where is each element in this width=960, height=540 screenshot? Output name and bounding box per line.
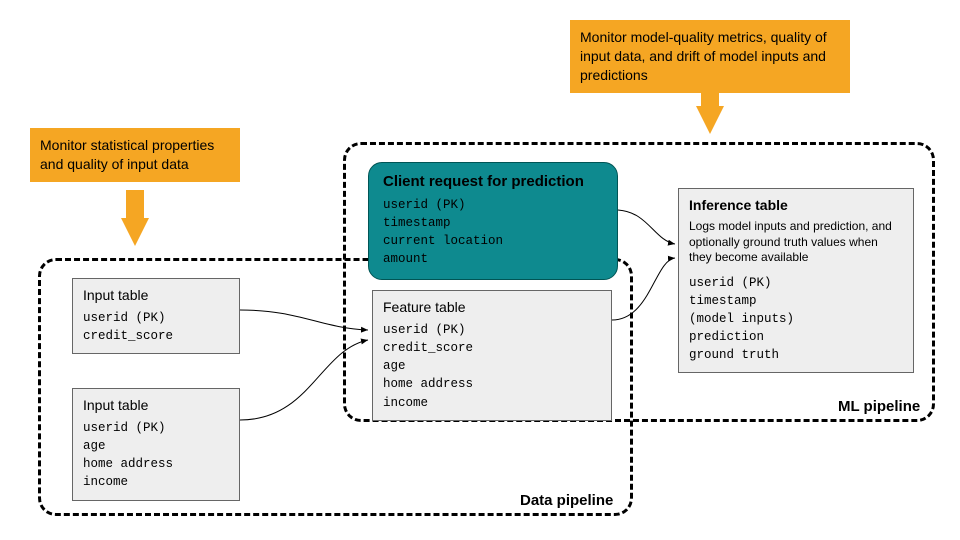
input-table-1: Input table userid (PK) credit_score (72, 278, 240, 354)
data-pipeline-label: Data pipeline (520, 492, 613, 509)
client-request-title: Client request for prediction (383, 173, 603, 190)
callout-arrow-stem-right (701, 82, 719, 108)
input-table-2: Input table userid (PK) age home address… (72, 388, 240, 501)
feature-table: Feature table userid (PK) credit_score a… (372, 290, 612, 421)
table-title: Input table (83, 397, 229, 413)
inference-table: Inference table Logs model inputs and pr… (678, 188, 914, 373)
callout-arrow-stem-left (126, 190, 144, 220)
table-fields: userid (PK) age home address income (83, 419, 229, 492)
client-request-box: Client request for prediction userid (PK… (368, 162, 618, 280)
callout-arrow-left (121, 218, 149, 246)
callout-text: Monitor model-quality metrics, quality o… (580, 29, 827, 83)
callout-text: Monitor statistical properties and quali… (40, 137, 214, 172)
callout-monitor-input: Monitor statistical properties and quali… (30, 128, 240, 182)
table-fields: userid (PK) credit_score (83, 309, 229, 345)
table-fields: userid (PK) timestamp (model inputs) pre… (689, 274, 903, 365)
table-title: Feature table (383, 299, 601, 315)
table-fields: userid (PK) credit_score age home addres… (383, 321, 601, 412)
table-desc: Logs model inputs and prediction, and op… (689, 219, 903, 266)
table-title: Input table (83, 287, 229, 303)
callout-arrow-right (696, 106, 724, 134)
table-title: Inference table (689, 197, 903, 213)
client-request-fields: userid (PK) timestamp current location a… (383, 196, 603, 269)
ml-pipeline-label: ML pipeline (838, 398, 920, 415)
